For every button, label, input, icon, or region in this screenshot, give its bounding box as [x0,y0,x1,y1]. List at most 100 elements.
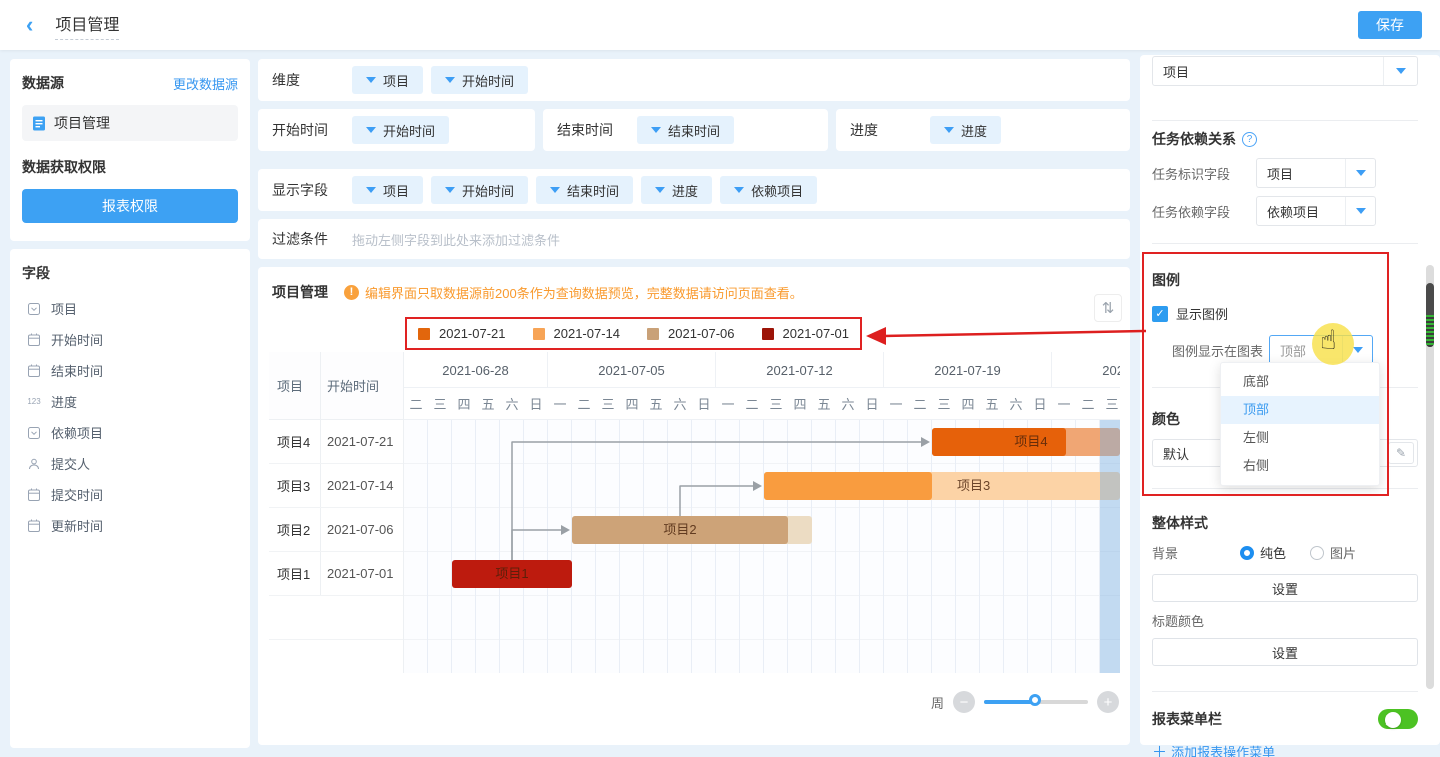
change-datasource-link[interactable]: 更改数据源 [173,74,238,93]
warning-icon: ! [344,285,359,300]
day-header-cell: 六 [500,388,524,419]
legend-position-select[interactable]: 顶部 [1269,335,1373,365]
dimension-chip[interactable]: 开始时间 [431,66,528,94]
legend-item[interactable]: 2021-07-01 [762,326,850,341]
chevron-down-icon [445,187,455,193]
title-color-set-button[interactable]: 设置 [1152,638,1418,666]
date-icon [26,488,42,501]
start-time-label: 开始时间 [272,120,352,140]
field-item-label: 进度 [51,392,77,411]
filter-row[interactable]: 过滤条件 拖动左侧字段到此处来添加过滤条件 [258,219,1130,259]
field-item-label: 提交时间 [51,485,103,504]
day-header-cell: 三 [932,388,956,419]
display-field-chip[interactable]: 进度 [641,176,712,204]
progress-label: 进度 [850,120,930,140]
table-row[interactable]: 项目32021-07-14 [269,464,403,508]
day-header-cell: 一 [548,388,572,419]
day-header-cell: 一 [884,388,908,419]
day-header-cell: 三 [1100,388,1120,419]
progress-chip[interactable]: 进度 [930,116,1001,144]
select-icon [26,303,42,315]
day-header-cell: 二 [572,388,596,419]
page-title-wrap[interactable]: 项目管理 [55,11,119,40]
task-name-cell: 项目2 [269,508,321,551]
field-item[interactable]: 结束时间 [22,355,238,386]
chip-label: 依赖项目 [751,181,803,200]
help-icon[interactable]: ? [1242,132,1257,147]
display-fields-label: 显示字段 [272,180,352,200]
legend-item[interactable]: 2021-07-14 [533,326,621,341]
panel-scrollbar-thumb[interactable] [1426,283,1434,347]
gantt-col-header: 项目 [269,352,321,419]
task-dep-select[interactable]: 依赖项目 [1256,196,1376,226]
start-time-row: 开始时间 开始时间 [258,109,535,151]
menu-bar-toggle[interactable]: 开 [1378,709,1418,729]
sort-icon[interactable]: ⇅ [1094,294,1122,322]
legend-item[interactable]: 2021-07-06 [647,326,735,341]
chevron-down-icon [1345,197,1375,225]
radio-solid-color[interactable] [1240,546,1254,560]
edit-icon[interactable]: ✎ [1388,442,1414,464]
day-header-cell: 日 [692,388,716,419]
dimension-chip[interactable]: 项目 [352,66,423,94]
page-title: 项目管理 [55,17,119,34]
field-item-label: 依赖项目 [51,423,103,442]
display-field-chip[interactable]: 结束时间 [536,176,633,204]
chart-legend: 2021-07-21 2021-07-14 2021-07-06 2021-07-01 [418,326,849,341]
end-time-chip[interactable]: 结束时间 [637,116,734,144]
add-menu-link[interactable]: ＋ 添加报表操作菜单 [1152,741,1418,757]
dropdown-option[interactable]: 顶部 [1221,396,1379,424]
zoom-slider-handle[interactable] [1029,694,1041,706]
panel-scrollbar[interactable] [1426,265,1434,689]
display-field-chip[interactable]: 项目 [352,176,423,204]
table-row[interactable]: 项目22021-07-06 [269,508,403,552]
gantt-left-table: 项目开始时间 项目42021-07-21项目32021-07-14项目22021… [269,352,404,673]
start-time-chip[interactable]: 开始时间 [352,116,449,144]
field-item[interactable]: 更新时间 [22,510,238,541]
field-item[interactable]: 提交时间 [22,479,238,510]
datasource-item[interactable]: 项目管理 [22,105,238,141]
gantt-timeline: 2021-06-282021-07-052021-07-122021-07-19… [404,352,1120,673]
show-legend-checkbox[interactable]: ✓ [1152,306,1168,322]
legend-item[interactable]: 2021-07-21 [418,326,506,341]
datasource-item-label: 项目管理 [54,113,110,133]
zoom-bar: 周 − + [931,691,1119,713]
dropdown-option[interactable]: 底部 [1221,368,1379,396]
toggle-knob [1385,712,1401,728]
chip-label: 结束时间 [567,181,619,200]
filter-label: 过滤条件 [272,229,352,249]
chart-type-select[interactable]: 项目 [1152,56,1418,86]
field-item[interactable]: 项目 [22,293,238,324]
display-field-chip[interactable]: 开始时间 [431,176,528,204]
field-item[interactable]: 开始时间 [22,324,238,355]
chevron-down-icon [366,77,376,83]
table-row[interactable]: 项目42021-07-21 [269,420,403,464]
field-item[interactable]: 123进度 [22,386,238,417]
table-row[interactable]: 项目12021-07-01 [269,552,403,596]
day-header-cell: 四 [788,388,812,419]
display-field-chip[interactable]: 依赖项目 [720,176,817,204]
back-icon[interactable]: ‹ [26,14,33,36]
radio-image[interactable] [1310,546,1324,560]
image-label: 图片 [1330,543,1356,562]
field-item-label: 项目 [51,299,77,318]
task-id-label: 任务标识字段 [1152,164,1256,183]
day-header-cell: 日 [1028,388,1052,419]
filter-placeholder: 拖动左侧字段到此处来添加过滤条件 [352,230,560,249]
warning-message: ! 编辑界面只取数据源前200条作为查询数据预览，完整数据请访问页面查看。 [344,283,803,302]
report-permission-button[interactable]: 报表权限 [22,189,238,223]
chevron-down-icon [1342,336,1372,364]
task-id-select[interactable]: 项目 [1256,158,1376,188]
day-header-cell: 三 [596,388,620,419]
field-item[interactable]: 提交人 [22,448,238,479]
background-set-button[interactable]: 设置 [1152,574,1418,602]
save-button[interactable]: 保存 [1358,11,1422,39]
zoom-in-icon[interactable]: + [1097,691,1119,713]
chip-label: 进度 [672,181,698,200]
dropdown-option[interactable]: 左侧 [1221,424,1379,452]
task-start-cell: 2021-07-06 [321,508,404,551]
dropdown-option[interactable]: 右侧 [1221,452,1379,480]
zoom-slider[interactable] [984,700,1088,704]
field-item[interactable]: 依赖项目 [22,417,238,448]
zoom-out-icon[interactable]: − [953,691,975,713]
